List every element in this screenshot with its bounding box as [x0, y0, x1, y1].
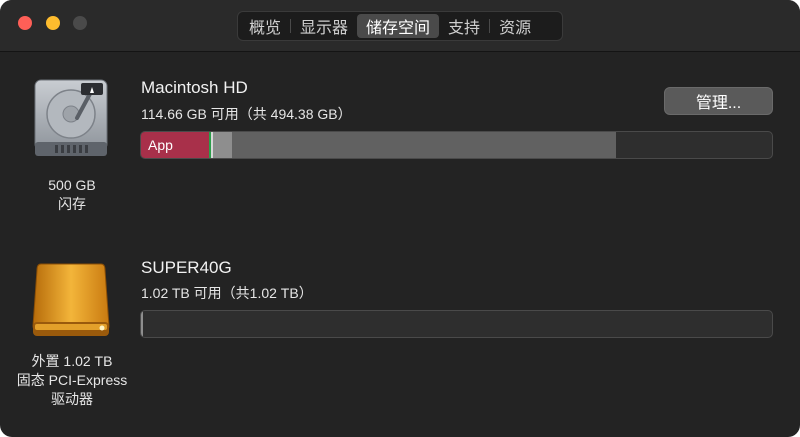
title-bar: 概览 显示器 储存空间 支持 资源 [0, 0, 800, 52]
zoom-button[interactable] [73, 16, 87, 30]
disk-availability: 1.02 TB 可用（共1.02 TB） [141, 285, 313, 301]
disk-name: SUPER40G [141, 258, 232, 277]
internal-disk-icon [34, 79, 108, 156]
disk-availability: 114.66 GB 可用（共 494.38 GB） [141, 106, 352, 122]
storage-window: 概览 显示器 储存空间 支持 资源 500 GB 闪存 Macintosh HD… [0, 0, 800, 437]
close-button[interactable] [18, 16, 32, 30]
external-drive-icon [32, 263, 110, 336]
internal-disk-caption: 500 GB 闪存 [20, 176, 124, 214]
drive-type: 驱动器 [51, 391, 93, 407]
tab-displays[interactable]: 显示器 [291, 14, 357, 38]
manage-button[interactable]: 管理... [664, 87, 773, 115]
disk-name: Macintosh HD [141, 78, 248, 97]
drive-capacity: 外置 1.02 TB [31, 353, 113, 369]
tab-overview[interactable]: 概览 [240, 14, 290, 38]
storage-usage-bar[interactable]: App [140, 131, 773, 159]
minimize-button[interactable] [46, 16, 60, 30]
usage-segment-segment-4 [212, 132, 232, 158]
disk-capacity: 500 GB [48, 177, 96, 193]
tab-bar: 概览 显示器 储存空间 支持 资源 [237, 11, 563, 41]
drive-interface: 固态 PCI-Express [16, 372, 128, 388]
disk-type: 闪存 [58, 196, 86, 212]
usage-segment-segment-5 [231, 132, 617, 158]
storage-usage-bar[interactable] [140, 310, 773, 338]
external-drive-caption: 外置 1.02 TB 固态 PCI-Express 驱动器 [4, 352, 140, 409]
tab-resources[interactable]: 资源 [490, 14, 540, 38]
tab-storage[interactable]: 储存空间 [357, 14, 440, 38]
app-segment-label: App [148, 137, 173, 153]
tab-support[interactable]: 支持 [439, 14, 489, 38]
usage-segment-used [141, 311, 143, 337]
